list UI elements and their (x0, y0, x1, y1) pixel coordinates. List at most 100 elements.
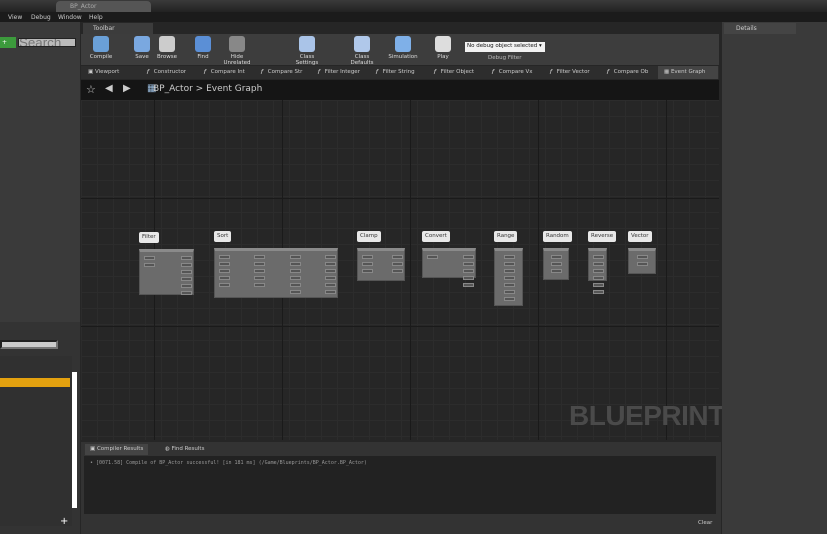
node-pin[interactable] (219, 255, 230, 259)
breadcrumb-current[interactable]: Event Graph (206, 84, 262, 94)
node-pin[interactable] (463, 283, 474, 287)
node-pin[interactable] (637, 255, 648, 259)
tab-compare-str[interactable]: f Compare Str (261, 69, 302, 75)
node-pin[interactable] (463, 255, 474, 259)
node-pin[interactable] (325, 269, 336, 273)
node-pin[interactable] (551, 262, 562, 266)
tab-compare-int[interactable]: f Compare Int (204, 69, 245, 75)
class-settings-button[interactable]: Class Settings (290, 36, 324, 66)
favorite-star-icon[interactable]: ☆ (86, 83, 96, 96)
node-pin[interactable] (592, 255, 604, 259)
node-pin[interactable] (254, 283, 266, 287)
node-pin[interactable] (289, 269, 301, 273)
tab-filter-object[interactable]: f Filter Object (434, 69, 474, 75)
selected-tree-item[interactable] (0, 378, 70, 387)
node-pin[interactable] (254, 269, 266, 273)
node-pin[interactable] (289, 255, 301, 259)
document-tab[interactable]: BP_Actor (56, 1, 151, 12)
node-pin[interactable] (503, 297, 515, 301)
tab-filter-string[interactable]: f Filter String (376, 69, 415, 75)
node-pin[interactable] (325, 276, 336, 280)
tab-event-graph[interactable]: ▦ Event Graph (664, 69, 705, 75)
node-pin[interactable] (503, 269, 515, 273)
node-pin[interactable] (289, 276, 301, 280)
node-pin[interactable] (325, 290, 336, 294)
breadcrumb-root[interactable]: BP_Actor (153, 84, 193, 94)
tab-constructor[interactable]: f Constructor (147, 69, 186, 75)
forward-arrow-icon[interactable]: ▶ (123, 83, 131, 94)
toolbar-tab[interactable]: Toolbar (83, 23, 153, 34)
node-pin[interactable] (219, 276, 230, 280)
node-pin[interactable] (463, 269, 474, 273)
palette-search-input[interactable] (0, 340, 58, 349)
node-pin[interactable] (463, 262, 474, 266)
node-pin[interactable] (325, 255, 336, 259)
node-pin[interactable] (219, 262, 230, 266)
node-pin[interactable] (503, 276, 515, 280)
menu-window[interactable]: Window (58, 14, 82, 21)
node-pin[interactable] (181, 291, 192, 295)
tab-filter-vector[interactable]: f Filter Vector (550, 69, 590, 75)
tab-find-results[interactable]: ◍ Find Results (160, 444, 209, 455)
back-arrow-icon[interactable]: ◀ (105, 83, 113, 94)
node-comment-reverse[interactable]: Reverse (588, 231, 617, 242)
node-pin[interactable] (181, 284, 192, 288)
node-pin[interactable] (219, 269, 230, 273)
node-pin[interactable] (219, 283, 230, 287)
node-pin[interactable] (592, 290, 604, 294)
tab-compare-vx[interactable]: f Compare Vx (492, 69, 533, 75)
node-comment-random[interactable]: Random (543, 231, 572, 242)
node-pin[interactable] (254, 255, 266, 259)
hide-unrelated-button[interactable]: Hide Unrelated (220, 36, 254, 66)
tab-filter-integer[interactable]: f Filter Integer (318, 69, 360, 75)
menu-debug[interactable]: Debug (31, 14, 51, 21)
debug-filter-select[interactable]: No debug object selected ▾ (465, 42, 545, 52)
node-pin[interactable] (325, 262, 336, 266)
node-comment-sort[interactable]: Sort (214, 231, 232, 242)
node-pin[interactable] (289, 283, 301, 287)
node-pin[interactable] (392, 269, 403, 273)
scrollbar[interactable] (72, 372, 77, 508)
menu-view[interactable]: View (8, 14, 22, 21)
node-pin[interactable] (362, 262, 373, 266)
node-pin[interactable] (254, 276, 266, 280)
node-pin[interactable] (592, 276, 604, 280)
node-pin[interactable] (503, 290, 515, 294)
node-pin[interactable] (181, 277, 192, 281)
node-pin[interactable] (181, 263, 192, 267)
node-clamp[interactable] (357, 248, 405, 281)
clear-button[interactable]: Clear (698, 520, 712, 526)
add-new-button[interactable]: + (0, 37, 16, 48)
find-button[interactable]: Find (186, 36, 220, 60)
node-pin[interactable] (551, 255, 562, 259)
node-comment-filter[interactable]: Filter (139, 232, 159, 243)
tab-compiler-results[interactable]: ▣ Compiler Results (85, 444, 149, 455)
node-pin[interactable] (289, 290, 301, 294)
node-pin[interactable] (144, 263, 155, 267)
node-comment-clamp[interactable]: Clamp (357, 231, 381, 242)
node-pin[interactable] (144, 256, 155, 260)
tab-viewport[interactable]: ▣ Viewport (88, 69, 119, 75)
node-pin[interactable] (427, 255, 438, 259)
browse-button[interactable]: Browse (150, 36, 184, 60)
node-pin[interactable] (592, 269, 604, 273)
node-pin[interactable] (503, 283, 515, 287)
compile-button[interactable]: Compile (84, 36, 118, 60)
node-pin[interactable] (181, 270, 192, 274)
node-reverse[interactable] (588, 248, 607, 294)
node-pin[interactable] (325, 283, 336, 287)
node-pin[interactable] (362, 255, 373, 259)
node-pin[interactable] (551, 269, 562, 273)
node-sort[interactable] (214, 248, 338, 298)
node-vector[interactable] (628, 248, 656, 274)
node-pin[interactable] (362, 269, 373, 273)
node-comment-convert[interactable]: Convert (422, 231, 450, 242)
node-random[interactable] (543, 248, 569, 280)
class-defaults-button[interactable]: Class Defaults (345, 36, 379, 66)
node-pin[interactable] (392, 255, 403, 259)
node-convert[interactable] (422, 248, 476, 287)
node-filter[interactable] (139, 249, 194, 295)
node-pin[interactable] (592, 283, 604, 287)
node-pin[interactable] (392, 262, 403, 266)
details-tab[interactable]: Details (724, 23, 796, 34)
